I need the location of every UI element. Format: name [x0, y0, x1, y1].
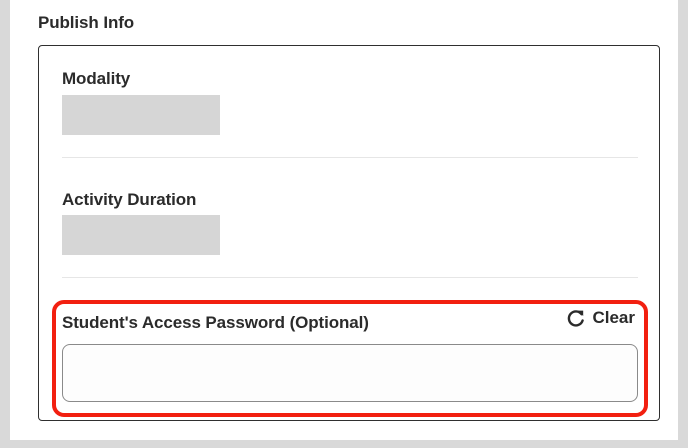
section-title: Publish Info: [38, 13, 135, 32]
activity-duration-value: [62, 215, 220, 255]
access-password-label: Student's Access Password (Optional): [62, 313, 369, 332]
refresh-icon: [566, 308, 586, 328]
clear-label: Clear: [592, 308, 635, 327]
clear-button[interactable]: Clear: [566, 308, 635, 328]
divider: [62, 157, 638, 158]
access-password-input[interactable]: [62, 344, 638, 402]
divider: [62, 277, 638, 278]
publish-info-page: Publish Info Modality Activity Duration …: [10, 0, 678, 440]
modality-value: [62, 95, 220, 135]
publish-info-panel: Modality Activity Duration Student's Acc…: [38, 45, 660, 421]
modality-label: Modality: [62, 69, 131, 88]
activity-duration-label: Activity Duration: [62, 190, 197, 209]
